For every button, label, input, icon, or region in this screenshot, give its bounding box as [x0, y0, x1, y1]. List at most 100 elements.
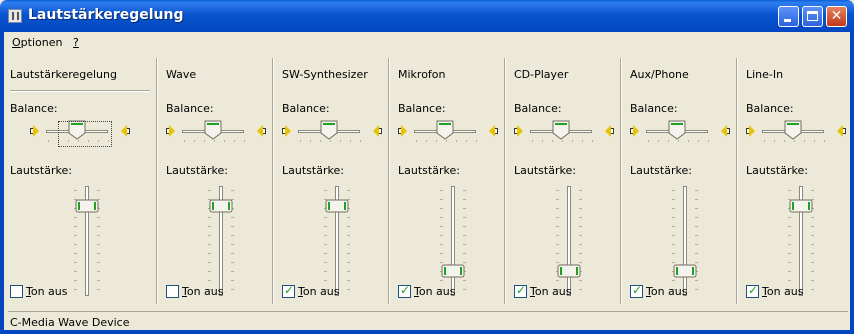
mute-checkbox-box[interactable]: ✓	[746, 283, 759, 298]
channel-strip: Wave Balance: Lautstärke: Ton aus	[166, 54, 274, 308]
speaker-left-icon	[514, 124, 524, 138]
balance-slider[interactable]	[630, 120, 730, 144]
mute-label: Ton aus	[298, 285, 340, 298]
volume-slider[interactable]	[322, 180, 352, 298]
channel-name-aux-phone: Aux/Phone	[630, 68, 689, 81]
channel-name-sw-synthesizer: SW-Synthesizer	[282, 68, 368, 81]
mute-checkbox-box[interactable]: ✓	[282, 283, 295, 298]
speaker-right-icon	[836, 124, 846, 138]
balance-label: Balance:	[398, 102, 446, 115]
speaker-right-icon	[372, 124, 382, 138]
balance-label: Balance:	[514, 102, 562, 115]
volume-label: Lautstärke:	[10, 164, 72, 177]
volume-label: Lautstärke:	[630, 164, 692, 177]
speaker-left-icon	[746, 124, 756, 138]
speaker-left-icon	[630, 124, 640, 138]
balance-slider[interactable]	[514, 120, 614, 144]
channel-strip: Line-In Balance: Lautstärke: ✓ Ton aus	[746, 54, 854, 308]
balance-thumb[interactable]	[319, 120, 339, 140]
checkmark-icon: ✓	[284, 283, 295, 297]
balance-slider[interactable]	[282, 120, 382, 144]
speaker-left-icon	[282, 124, 292, 138]
balance-label: Balance:	[746, 102, 794, 115]
volume-label: Lautstärke:	[746, 164, 808, 177]
mute-label: Ton aus	[182, 285, 224, 298]
volume-label: Lautstärke:	[282, 164, 344, 177]
checkmark-icon: ✓	[748, 283, 759, 297]
maximize-icon	[807, 11, 818, 21]
channel-name-mikrofon: Mikrofon	[398, 68, 446, 81]
focus-rectangle	[58, 121, 112, 147]
checkmark-icon: ✓	[516, 283, 527, 297]
balance-label: Balance:	[10, 102, 58, 115]
minimize-button[interactable]	[778, 6, 799, 27]
mute-label: Ton aus	[762, 285, 804, 298]
channel-name-line-in: Line-In	[746, 68, 784, 81]
menu-bar: Optionen ?	[0, 32, 854, 54]
balance-label: Balance:	[166, 102, 214, 115]
menu-options[interactable]: Optionen	[12, 36, 62, 49]
volume-slider[interactable]	[670, 180, 700, 298]
mute-checkbox-box[interactable]	[166, 285, 179, 298]
mute-label: Ton aus	[414, 285, 456, 298]
maximize-button[interactable]	[802, 6, 823, 27]
channel-strip: SW-Synthesizer Balance: Lautstärke: ✓ Ton…	[282, 54, 390, 308]
balance-thumb[interactable]	[435, 120, 455, 140]
speaker-left-icon	[398, 124, 408, 138]
header-separator	[10, 90, 150, 92]
volume-label: Lautstärke:	[398, 164, 460, 177]
volume-slider[interactable]	[72, 180, 102, 298]
speaker-left-icon	[30, 124, 40, 138]
balance-thumb[interactable]	[551, 120, 571, 140]
checkmark-icon: ✓	[400, 283, 411, 297]
channel-name-lautst-rkeregelung: Lautstärkeregelung	[10, 68, 117, 81]
balance-label: Balance:	[282, 102, 330, 115]
balance-thumb[interactable]	[667, 120, 687, 140]
mixer-panel: Lautstärkeregelung Balance: Lautstärke: T…	[0, 54, 854, 308]
speaker-left-icon	[166, 124, 176, 138]
channel-strip: CD-Player Balance: Lautstärke: ✓ Ton aus	[514, 54, 622, 308]
channel-strip: Aux/Phone Balance: Lautstärke: ✓ Ton aus	[630, 54, 738, 308]
volume-thumb[interactable]	[209, 199, 233, 213]
balance-slider[interactable]	[746, 120, 846, 144]
volume-slider[interactable]	[438, 180, 468, 298]
mute-label: Ton aus	[26, 285, 68, 298]
volume-thumb[interactable]	[441, 264, 465, 278]
speaker-right-icon	[256, 124, 266, 138]
mute-checkbox-box[interactable]	[10, 285, 23, 298]
channel-strip: Mikrofon Balance: Lautstärke: ✓ Ton aus	[398, 54, 506, 308]
minimize-icon	[784, 19, 791, 22]
mute-label: Ton aus	[530, 285, 572, 298]
speaker-right-icon	[720, 124, 730, 138]
status-bar: C-Media Wave Device	[0, 308, 854, 334]
volume-label: Lautstärke:	[514, 164, 576, 177]
volume-slider[interactable]	[554, 180, 584, 298]
mute-checkbox-box[interactable]: ✓	[514, 283, 527, 298]
speaker-right-icon	[120, 124, 130, 138]
speaker-right-icon	[604, 124, 614, 138]
volume-thumb[interactable]	[75, 199, 99, 213]
channel-name-wave: Wave	[166, 68, 197, 81]
status-text: C-Media Wave Device	[10, 316, 130, 329]
balance-thumb[interactable]	[783, 120, 803, 140]
balance-thumb[interactable]	[203, 120, 223, 140]
mute-label: Ton aus	[646, 285, 688, 298]
volume-thumb[interactable]	[557, 264, 581, 278]
balance-label: Balance:	[630, 102, 678, 115]
menu-help[interactable]: ?	[73, 36, 79, 49]
title-bar[interactable]: Lautstärkeregelung ✕	[0, 0, 854, 32]
mute-checkbox-box[interactable]: ✓	[630, 283, 643, 298]
volume-control-app-icon[interactable]	[8, 9, 22, 23]
volume-label: Lautstärke:	[166, 164, 228, 177]
mute-checkbox-box[interactable]: ✓	[398, 283, 411, 298]
volume-thumb[interactable]	[673, 264, 697, 278]
close-button[interactable]: ✕	[826, 6, 847, 27]
volume-slider[interactable]	[206, 180, 236, 298]
balance-slider[interactable]	[166, 120, 266, 144]
volume-thumb[interactable]	[325, 199, 349, 213]
checkmark-icon: ✓	[632, 283, 643, 297]
channel-name-cd-player: CD-Player	[514, 68, 569, 81]
balance-slider[interactable]	[398, 120, 498, 144]
volume-thumb[interactable]	[789, 199, 813, 213]
volume-slider[interactable]	[786, 180, 816, 298]
